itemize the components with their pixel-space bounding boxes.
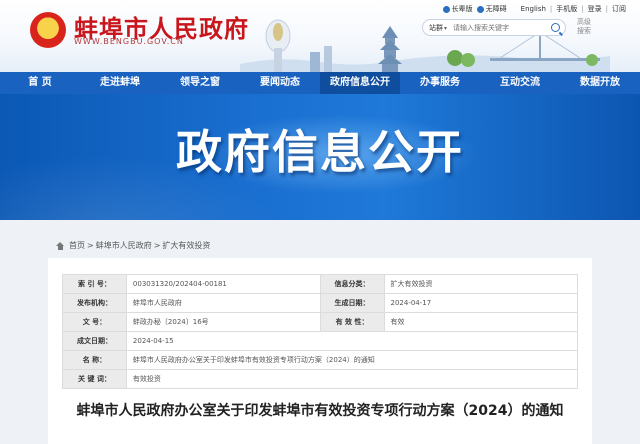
subscribe-link[interactable]: 订阅 xyxy=(612,4,626,14)
index-label: 索 引 号： xyxy=(62,274,127,294)
accessibility-icon xyxy=(476,5,484,13)
login-link[interactable]: 登录 xyxy=(588,4,602,14)
category-label: 信息分类： xyxy=(319,274,385,294)
name-value: 蚌埠市人民政府办公室关于印发蚌埠市有效投资专项行动方案（2024）的通知 xyxy=(125,350,579,370)
breadcrumb-city-gov[interactable]: 蚌埠市人民政府 xyxy=(96,240,152,251)
validity-label: 有 效 性： xyxy=(319,312,385,332)
site-header: 蚌埠市人民政府 WWW.BENGBU.GOV.CN 长辈版 无障碍 Englis… xyxy=(0,0,640,72)
elder-mode-link[interactable]: 长辈版 xyxy=(442,4,473,14)
article-card: 索 引 号： 003031320/202404-00181 信息分类： 扩大有效… xyxy=(48,258,592,444)
nav-about-bengbu[interactable]: 走进蚌埠 xyxy=(80,72,160,94)
category-value: 扩大有效投资 xyxy=(383,274,579,294)
docno-value: 蚌政办秘〔2024〕16号 xyxy=(125,312,321,332)
nav-gov-info-disclosure[interactable]: 政府信息公开 xyxy=(320,72,400,94)
search-box: 站群▾ xyxy=(422,19,566,36)
keywords-value: 有效投资 xyxy=(125,369,579,389)
english-link[interactable]: English xyxy=(521,5,546,13)
nav-interaction[interactable]: 互动交流 xyxy=(480,72,560,94)
table-row: 成文日期： 2024-04-15 xyxy=(62,331,579,351)
site-url: WWW.BENGBU.GOV.CN xyxy=(74,37,184,46)
mobile-version-link[interactable]: 手机版 xyxy=(556,4,577,14)
effective-date-label: 成文日期： xyxy=(62,331,127,351)
table-row: 索 引 号： 003031320/202404-00181 信息分类： 扩大有效… xyxy=(62,274,579,294)
index-value: 003031320/202404-00181 xyxy=(125,274,321,294)
banner-title: 政府信息公开 xyxy=(176,125,464,179)
nav-open-data[interactable]: 数据开放 xyxy=(560,72,640,94)
home-icon xyxy=(56,241,65,250)
search-input[interactable] xyxy=(453,23,534,32)
validity-value: 有效 xyxy=(383,312,579,332)
breadcrumb: 首页 > 蚌埠市人民政府 > 扩大有效投资 xyxy=(56,240,210,251)
breadcrumb-home[interactable]: 首页 xyxy=(69,240,85,251)
table-row: 文 号： 蚌政办秘〔2024〕16号 有 效 性： 有效 xyxy=(62,312,579,332)
effective-date-value: 2024-04-15 xyxy=(125,331,579,351)
search-scope-select[interactable]: 站群▾ xyxy=(423,23,447,33)
publisher-value: 蚌埠市人民政府 xyxy=(125,293,321,313)
top-links: 长辈版 无障碍 English | 手机版 | 登录 | 订阅 xyxy=(442,4,626,14)
document-metadata-table: 索 引 号： 003031320/202404-00181 信息分类： 扩大有效… xyxy=(62,274,579,389)
document-title: 蚌埠市人民政府办公室关于印发蚌埠市有效投资专项行动方案（2024）的通知 xyxy=(76,403,564,419)
chevron-down-icon: ▾ xyxy=(444,24,448,32)
gen-date-label: 生成日期： xyxy=(319,293,385,313)
national-emblem-icon xyxy=(30,12,66,48)
nav-services[interactable]: 办事服务 xyxy=(400,72,480,94)
main-nav: 首 页 走进蚌埠 领导之窗 要闻动态 政府信息公开 办事服务 互动交流 数据开放 xyxy=(0,72,640,94)
name-label: 名 称： xyxy=(62,350,127,370)
nav-home[interactable]: 首 页 xyxy=(0,72,80,94)
keywords-label: 关 键 词： xyxy=(62,369,127,389)
elder-icon xyxy=(442,5,450,13)
accessibility-link[interactable]: 无障碍 xyxy=(476,4,507,14)
advanced-search-link[interactable]: 高级搜索 xyxy=(577,18,591,36)
table-row: 名 称： 蚌埠市人民政府办公室关于印发蚌埠市有效投资专项行动方案（2024）的通… xyxy=(62,350,579,370)
nav-news[interactable]: 要闻动态 xyxy=(240,72,320,94)
publisher-label: 发布机构： xyxy=(62,293,127,313)
nav-leaders[interactable]: 领导之窗 xyxy=(160,72,240,94)
docno-label: 文 号： xyxy=(62,312,127,332)
gen-date-value: 2024-04-17 xyxy=(383,293,579,313)
search-icon[interactable] xyxy=(551,23,560,32)
breadcrumb-category[interactable]: 扩大有效投资 xyxy=(162,240,210,251)
table-row: 发布机构： 蚌埠市人民政府 生成日期： 2024-04-17 xyxy=(62,293,579,313)
table-row: 关 键 词： 有效投资 xyxy=(62,369,579,389)
section-banner: 政府信息公开 xyxy=(0,94,640,220)
